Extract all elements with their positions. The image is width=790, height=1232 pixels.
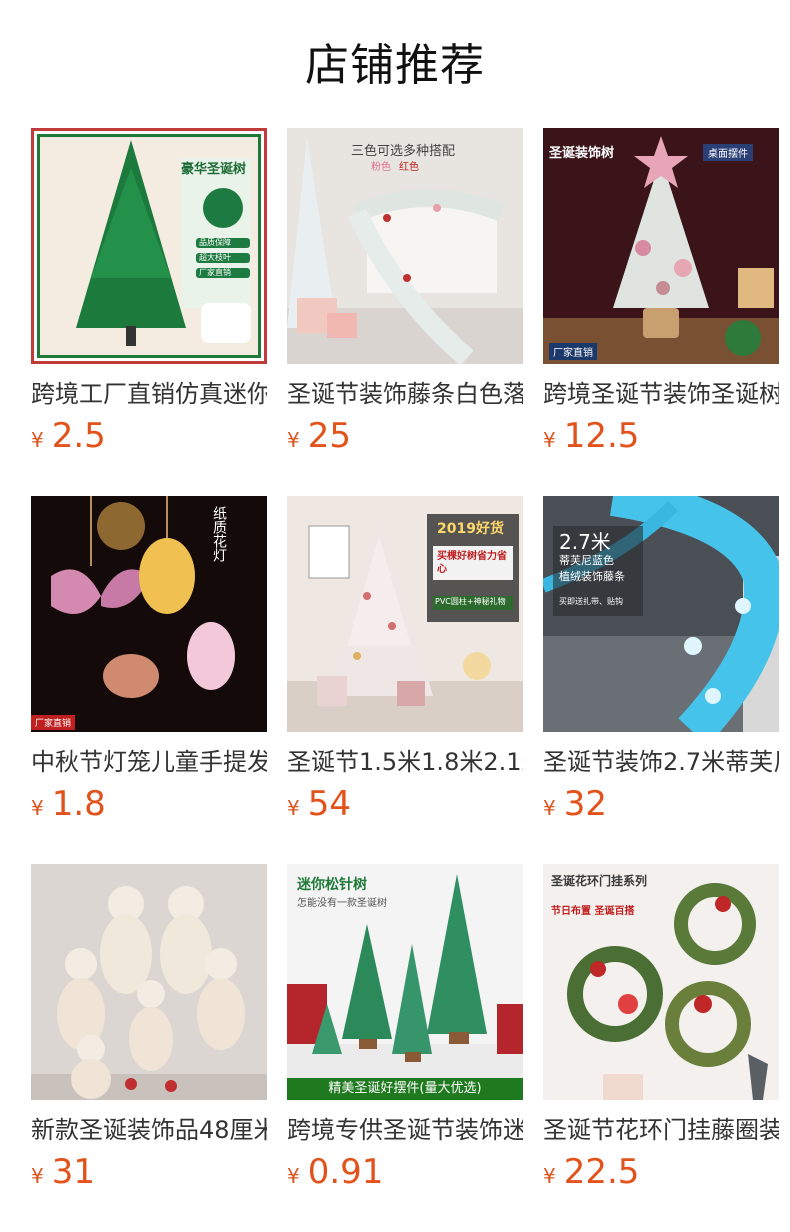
product-card[interactable]: 三色可选多种搭配 粉色 红色 圣诞节装饰藤条白色落雪 ¥ 25	[287, 128, 523, 496]
currency-symbol: ¥	[31, 796, 44, 820]
currency-symbol: ¥	[543, 428, 556, 452]
price-amount: 25	[307, 416, 351, 456]
product-grid: 豪华圣诞树 品质保障 超大枝叶 厂家直销 跨境工厂直销仿真迷你圣诞树 ¥ 2.5	[31, 128, 790, 1232]
product-card[interactable]: 2019好货 买棵好树省力省心 PVC圆柱+神秘礼物 圣诞节1.5米1.8米2.…	[287, 496, 523, 864]
wreath-image	[543, 864, 779, 1100]
product-image[interactable]: 三色可选多种搭配 粉色 红色	[287, 128, 523, 364]
currency-symbol: ¥	[543, 796, 556, 820]
product-price: ¥ 54	[287, 784, 523, 824]
image-caption: 蒂芙尼蓝色	[559, 554, 614, 567]
image-caption: 粉色	[371, 162, 391, 173]
product-image[interactable]: 迷你松针树 怎能没有一款圣诞树 精美圣诞好摆件(量大优选)	[287, 864, 523, 1100]
image-caption: 纸质花灯	[211, 506, 227, 562]
image-caption: 买即送扎带、贴钩	[559, 597, 623, 606]
image-caption: 圣诞花环门挂系列	[551, 874, 648, 888]
image-caption: 买棵好树省力省心	[437, 551, 507, 575]
price-amount: 0.91	[307, 1152, 384, 1192]
product-name[interactable]: 圣诞节装饰藤条白色落雪	[287, 378, 523, 410]
product-image[interactable]: 2.7米 蒂芙尼蓝色 植绒装饰藤条 买即送扎带、贴钩	[543, 496, 779, 732]
image-caption: 怎能没有一款圣诞树	[297, 898, 387, 909]
product-price: ¥ 32	[543, 784, 779, 824]
price-amount: 54	[307, 784, 351, 824]
product-price: ¥ 31	[31, 1152, 267, 1192]
price-amount: 32	[563, 784, 607, 824]
image-caption: 2019好货	[437, 521, 504, 537]
product-card[interactable]: 豪华圣诞树 品质保障 超大枝叶 厂家直销 跨境工厂直销仿真迷你圣诞树 ¥ 2.5	[31, 128, 267, 496]
product-name[interactable]: 跨境专供圣诞节装饰迷你松针树	[287, 1114, 523, 1146]
product-price: ¥ 12.5	[543, 416, 779, 456]
product-name[interactable]: 中秋节灯笼儿童手提发光	[31, 746, 267, 778]
product-image[interactable]: 豪华圣诞树 品质保障 超大枝叶 厂家直销	[31, 128, 267, 364]
product-image[interactable]: 2019好货 买棵好树省力省心 PVC圆柱+神秘礼物	[287, 496, 523, 732]
price-amount: 12.5	[563, 416, 640, 456]
snowman-image	[31, 864, 267, 1100]
product-name[interactable]: 圣诞节1.5米1.8米2.1米落雪圣诞树	[287, 746, 523, 778]
product-card[interactable]: 迷你松针树 怎能没有一款圣诞树 精美圣诞好摆件(量大优选) 跨境专供圣诞节装饰迷…	[287, 864, 523, 1232]
currency-symbol: ¥	[287, 428, 300, 452]
image-caption: 圣诞装饰树	[549, 146, 615, 161]
currency-symbol: ¥	[543, 1164, 556, 1188]
product-image[interactable]: 圣诞花环门挂系列 节日布置 圣诞百搭	[543, 864, 779, 1100]
tabletop-tree-image	[543, 128, 779, 364]
product-name[interactable]: 圣诞节装饰2.7米蒂芙尼蓝色	[543, 746, 779, 778]
product-price: ¥ 1.8	[31, 784, 267, 824]
image-caption: 2.7米	[559, 530, 611, 554]
product-price: ¥ 22.5	[543, 1152, 779, 1192]
product-card[interactable]: 纸质花灯 厂家直销 中秋节灯笼儿童手提发光 ¥ 1.8	[31, 496, 267, 864]
product-image[interactable]: 圣诞装饰树 桌面摆件 厂家直销	[543, 128, 779, 364]
price-amount: 22.5	[563, 1152, 640, 1192]
image-caption: 节日布置 圣诞百搭	[551, 906, 635, 917]
price-amount: 31	[51, 1152, 95, 1192]
price-amount: 1.8	[51, 784, 106, 824]
product-name[interactable]: 圣诞节花环门挂藤圈装饰	[543, 1114, 779, 1146]
product-price: ¥ 0.91	[287, 1152, 523, 1192]
page-title: 店铺推荐	[305, 40, 485, 91]
product-card[interactable]: 2.7米 蒂芙尼蓝色 植绒装饰藤条 买即送扎带、贴钩 圣诞节装饰2.7米蒂芙尼蓝…	[543, 496, 779, 864]
product-card[interactable]: 圣诞花环门挂系列 节日布置 圣诞百搭 圣诞节花环门挂藤圈装饰 ¥ 22.5	[543, 864, 779, 1232]
currency-symbol: ¥	[287, 1164, 300, 1188]
image-caption: 桌面摆件	[703, 144, 753, 161]
image-caption: 厂家直销	[199, 268, 231, 277]
product-card[interactable]: 圣诞装饰树 桌面摆件 厂家直销 跨境圣诞节装饰圣诞树桌面摆件 ¥ 12.5	[543, 128, 779, 496]
image-caption: 红色	[399, 162, 419, 173]
currency-symbol: ¥	[31, 428, 44, 452]
product-price: ¥ 25	[287, 416, 523, 456]
product-name[interactable]: 跨境工厂直销仿真迷你圣诞树	[31, 378, 267, 410]
image-caption: 豪华圣诞树	[181, 162, 247, 177]
image-caption: 超大枝叶	[199, 253, 231, 262]
image-caption: 迷你松针树	[297, 877, 367, 893]
image-badge: 厂家直销	[549, 343, 597, 360]
product-name[interactable]: 新款圣诞装饰品48厘米雪人	[31, 1114, 267, 1146]
image-badge: 厂家直销	[31, 715, 76, 730]
product-name[interactable]: 跨境圣诞节装饰圣诞树桌面摆件	[543, 378, 779, 410]
product-image[interactable]: 纸质花灯 厂家直销	[31, 496, 267, 732]
image-caption: PVC圆柱+神秘礼物	[435, 597, 506, 606]
currency-symbol: ¥	[31, 1164, 44, 1188]
image-caption: 三色可选多种搭配	[351, 144, 456, 159]
image-caption: 品质保障	[199, 238, 231, 247]
currency-symbol: ¥	[287, 796, 300, 820]
product-price: ¥ 2.5	[31, 416, 267, 456]
header: 店铺推荐	[0, 0, 790, 128]
product-image[interactable]	[31, 864, 267, 1100]
image-caption: 植绒装饰藤条	[559, 570, 625, 583]
product-card[interactable]: 新款圣诞装饰品48厘米雪人 ¥ 31	[31, 864, 267, 1232]
image-banner: 精美圣诞好摆件(量大优选)	[287, 1078, 523, 1100]
lantern-image	[31, 496, 267, 732]
price-amount: 2.5	[51, 416, 106, 456]
